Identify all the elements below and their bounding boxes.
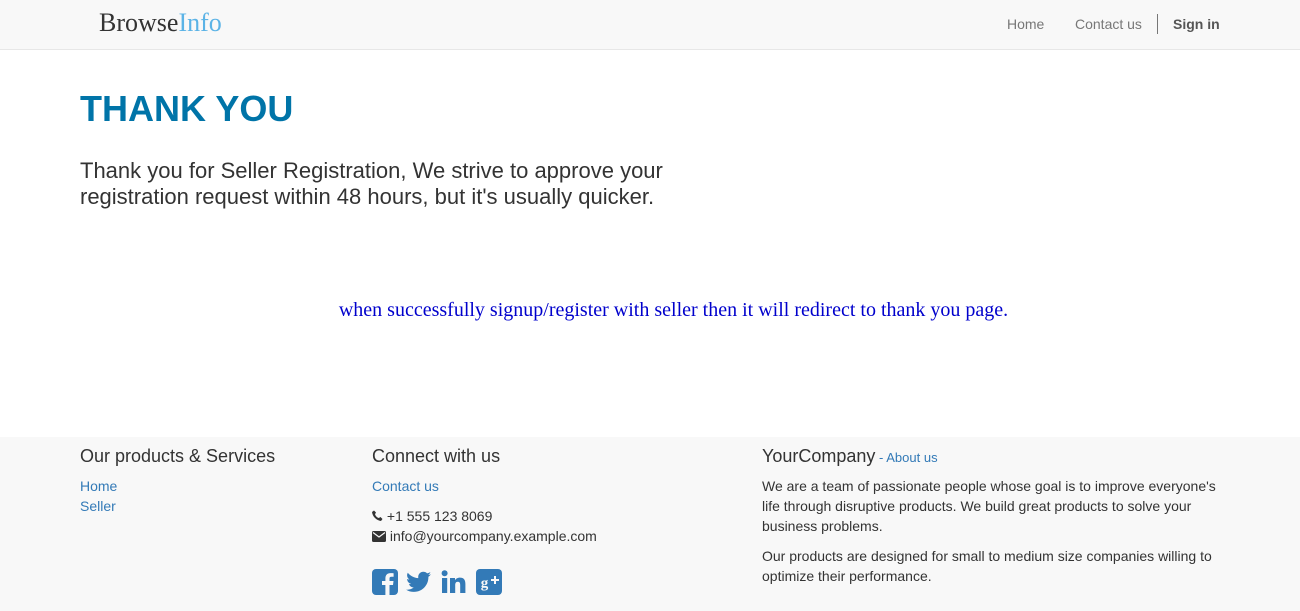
email-address: info@yourcompany.example.com	[389, 528, 597, 544]
footer-contact-link[interactable]: Contact us	[372, 476, 439, 496]
redirect-note: when successfully signup/register with s…	[338, 299, 1009, 321]
brand-logo[interactable]: BrowseInfo	[99, 8, 222, 38]
nav-home-link[interactable]: Home	[1007, 0, 1044, 49]
page-title: THANK YOU	[80, 88, 294, 129]
svg-text:g: g	[481, 576, 489, 592]
phone-line: +1 555 123 8069	[372, 506, 492, 526]
brand-logo-part2: Info	[178, 8, 222, 37]
nav-divider	[1157, 14, 1158, 34]
phone-icon	[372, 510, 383, 521]
company-heading: YourCompany - About us	[762, 445, 938, 469]
nav-contact-link[interactable]: Contact us	[1075, 0, 1142, 49]
google-plus-icon[interactable]: g	[476, 569, 502, 595]
envelope-icon	[372, 531, 386, 542]
footer-seller-link[interactable]: Seller	[80, 496, 116, 516]
footer: Our products & Services Home Seller Conn…	[0, 437, 1300, 611]
thank-you-message: Thank you for Seller Registration, We st…	[80, 158, 663, 209]
company-description: We are a team of passionate people whose…	[762, 478, 1216, 534]
company-name: YourCompany	[762, 446, 876, 466]
company-products-description: Our products are designed for small to m…	[762, 548, 1212, 584]
email-line: info@yourcompany.example.com	[372, 526, 597, 546]
linkedin-icon[interactable]	[441, 569, 467, 595]
about-us-link[interactable]: About us	[886, 450, 937, 465]
top-navbar: BrowseInfo Home Contact us Sign in	[0, 0, 1300, 50]
products-heading: Our products & Services	[80, 446, 276, 466]
brand-logo-part1: Browse	[99, 8, 179, 37]
phone-number: +1 555 123 8069	[386, 508, 493, 524]
twitter-icon[interactable]	[406, 569, 432, 595]
facebook-icon[interactable]	[372, 569, 398, 595]
heading-separator: -	[875, 450, 887, 465]
footer-home-link[interactable]: Home	[80, 476, 117, 496]
nav-signin-link[interactable]: Sign in	[1173, 0, 1220, 49]
connect-heading: Connect with us	[372, 446, 501, 466]
